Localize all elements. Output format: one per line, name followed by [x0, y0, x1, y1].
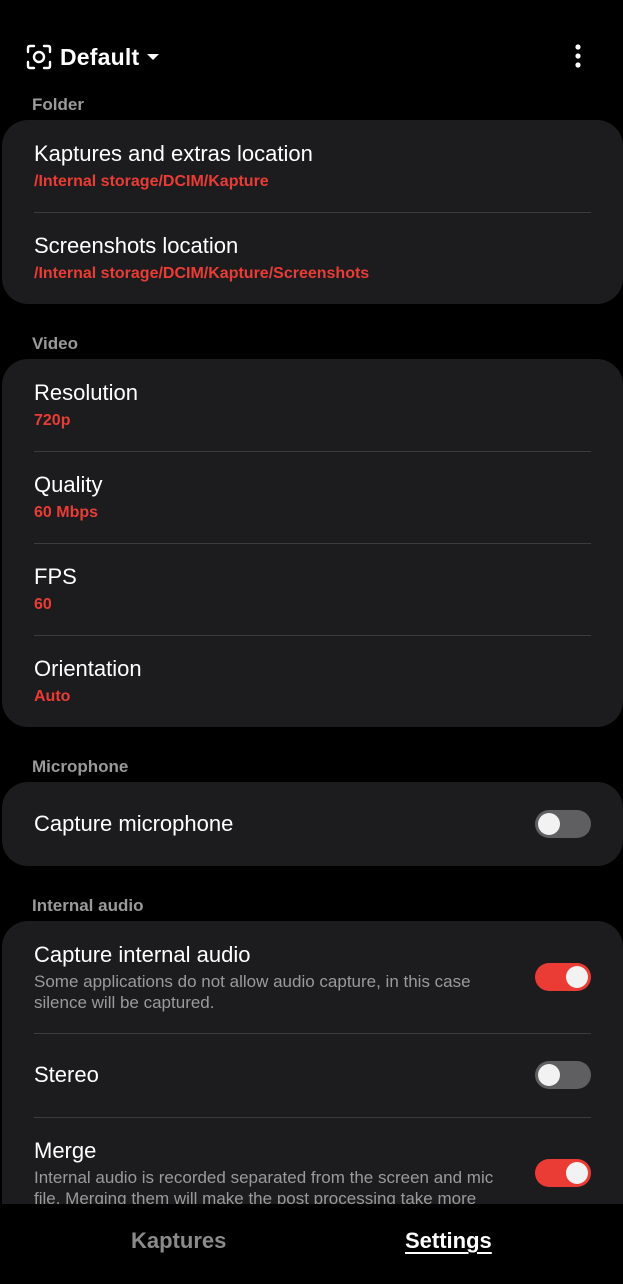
tab-kaptures[interactable]: Kaptures — [131, 1226, 226, 1256]
video-card: Resolution 720p Quality 60 Mbps FPS 60 O… — [2, 359, 623, 727]
capture-microphone-toggle[interactable] — [535, 810, 591, 838]
setting-value: 720p — [34, 412, 71, 429]
toggle-knob — [538, 1064, 560, 1086]
setting-value: 60 — [34, 596, 52, 613]
setting-fps[interactable]: FPS 60 — [2, 543, 623, 635]
settings-list[interactable]: Folder Kaptures and extras location /Int… — [0, 96, 623, 1204]
setting-stereo[interactable]: Stereo — [2, 1033, 623, 1117]
setting-quality[interactable]: Quality 60 Mbps — [2, 451, 623, 543]
toggle-knob — [566, 1162, 588, 1184]
setting-title: Merge — [34, 1138, 97, 1163]
merge-toggle[interactable] — [535, 1159, 591, 1187]
setting-title: Stereo — [34, 1062, 99, 1087]
folder-card: Kaptures and extras location /Internal s… — [2, 120, 623, 304]
section-title-microphone: Microphone — [32, 757, 129, 776]
more-vertical-icon[interactable] — [566, 40, 590, 72]
setting-value: 60 Mbps — [34, 504, 99, 521]
setting-orientation[interactable]: Orientation Auto — [2, 635, 623, 727]
setting-capture-microphone[interactable]: Capture microphone — [2, 782, 623, 866]
stereo-toggle[interactable] — [535, 1061, 591, 1089]
setting-capture-internal-audio[interactable]: Capture internal audio Some applications… — [2, 921, 623, 1033]
setting-merge[interactable]: Merge Internal audio is recorded separat… — [2, 1117, 623, 1204]
setting-resolution[interactable]: Resolution 720p — [2, 359, 623, 451]
section-title-folder: Folder — [32, 96, 84, 114]
setting-title: Quality — [34, 472, 103, 497]
caret-down-icon[interactable] — [144, 48, 162, 66]
top-app-bar: Default — [0, 0, 623, 96]
setting-kaptures-location[interactable]: Kaptures and extras location /Internal s… — [2, 120, 623, 212]
section-title-internal-audio: Internal audio — [32, 896, 144, 915]
bottom-navigation: Kaptures Settings — [0, 1204, 623, 1284]
toggle-knob — [538, 813, 560, 835]
section-title-video: Video — [32, 334, 78, 353]
setting-description: Some applications do not allow audio cap… — [34, 972, 471, 1012]
setting-title: FPS — [34, 564, 77, 589]
scan-frame-icon[interactable] — [26, 44, 52, 70]
setting-title: Capture internal audio — [34, 942, 251, 967]
microphone-card: Capture microphone — [2, 782, 623, 866]
setting-value: /Internal storage/DCIM/Kapture/Screensho… — [34, 265, 370, 282]
toggle-knob — [566, 966, 588, 988]
setting-description: Internal audio is recorded separated fro… — [34, 1168, 494, 1204]
profile-selector-title[interactable]: Default — [60, 42, 139, 72]
setting-title: Resolution — [34, 380, 138, 405]
setting-title: Orientation — [34, 656, 142, 681]
setting-screenshots-location[interactable]: Screenshots location /Internal storage/D… — [2, 212, 623, 304]
setting-title: Capture microphone — [34, 811, 234, 836]
tab-settings[interactable]: Settings — [405, 1226, 492, 1256]
setting-value: Auto — [34, 688, 71, 705]
setting-title: Screenshots location — [34, 233, 239, 258]
internal-audio-card: Capture internal audio Some applications… — [2, 921, 623, 1204]
capture-internal-audio-toggle[interactable] — [535, 963, 591, 991]
setting-title: Kaptures and extras location — [34, 141, 313, 166]
setting-value: /Internal storage/DCIM/Kapture — [34, 173, 269, 190]
